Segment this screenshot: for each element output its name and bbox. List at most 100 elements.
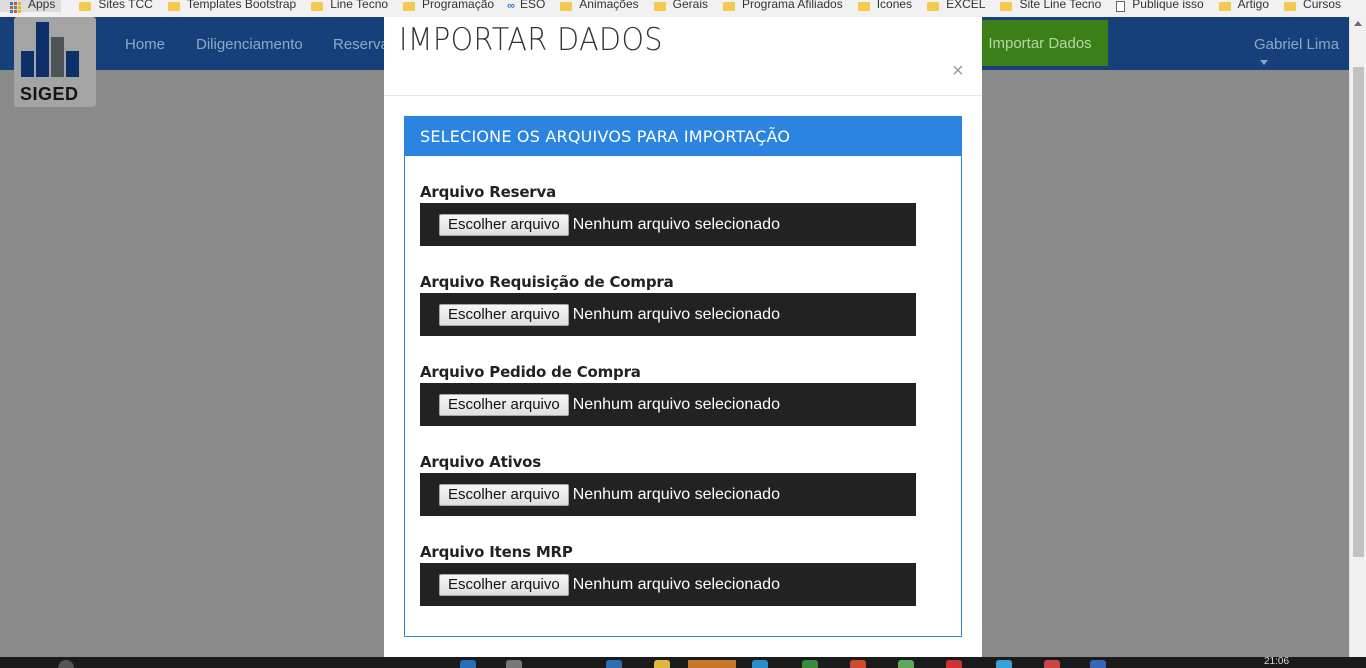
- logo-text: SIGED: [20, 84, 79, 104]
- taskbar-app-icon[interactable]: [606, 660, 622, 668]
- folder-icon: [311, 2, 324, 11]
- bookmark-apps[interactable]: Apps: [0, 0, 62, 14]
- bookmark-publique-isso[interactable]: Publique isso: [1101, 0, 1204, 12]
- logo-bar: [66, 51, 79, 77]
- taskbar-app-icon[interactable]: [506, 660, 522, 668]
- folder-icon: [927, 2, 940, 11]
- nav-home[interactable]: Home: [125, 36, 165, 53]
- bookmark-excel[interactable]: EXCEL: [912, 0, 985, 12]
- taskbar-app-icon[interactable]: [996, 660, 1012, 668]
- logo-bar: [21, 51, 34, 77]
- bookmark-line-tecno[interactable]: Line Tecno: [296, 0, 388, 12]
- os-taskbar: 21:06: [0, 657, 1366, 668]
- panel-title: SELECIONE OS ARQUIVOS PARA IMPORTAÇÃO: [405, 117, 961, 156]
- bookmark-site-line-tecno[interactable]: Site Line Tecno: [985, 0, 1101, 12]
- scrollbar-thumb[interactable]: [1353, 67, 1364, 557]
- bookmark-eso[interactable]: ∞ ESO: [494, 0, 545, 12]
- file-input[interactable]: Escolher arquivo Nenhum arquivo selecion…: [420, 203, 916, 246]
- file-input[interactable]: Escolher arquivo Nenhum arquivo selecion…: [420, 473, 916, 516]
- user-menu[interactable]: Gabriel Lima: [1254, 36, 1349, 70]
- bookmark-animacoes[interactable]: Animações: [545, 0, 639, 12]
- field-arquivo-reserva: Arquivo Reserva Escolher arquivo Nenhum …: [420, 181, 916, 246]
- folder-icon: [1218, 2, 1231, 11]
- bookmark-label: Cursos: [1303, 0, 1342, 11]
- choose-file-button[interactable]: Escolher arquivo: [439, 303, 569, 326]
- choose-file-button[interactable]: Escolher arquivo: [439, 393, 569, 416]
- siged-logo[interactable]: SIGED: [14, 17, 96, 107]
- taskbar-app-icon[interactable]: [802, 660, 818, 668]
- bookmark-cursos[interactable]: Cursos: [1269, 0, 1341, 12]
- bookmark-artigo[interactable]: Artigo: [1204, 0, 1269, 12]
- bookmark-label: Gerais: [672, 0, 708, 11]
- modal-title: IMPORTAR DADOS: [399, 22, 663, 58]
- scroll-up-arrow-icon[interactable]: [1354, 21, 1362, 26]
- taskbar-app-icon[interactable]: [752, 660, 768, 668]
- import-panel: SELECIONE OS ARQUIVOS PARA IMPORTAÇÃO Ar…: [404, 116, 962, 637]
- start-icon[interactable]: [58, 660, 74, 668]
- bookmark-label: Templates Bootstrap: [186, 0, 297, 11]
- bookmark-programacao[interactable]: Programação: [388, 0, 494, 12]
- apps-grid-icon: [10, 1, 22, 14]
- field-label: Arquivo Requisição de Compra: [420, 273, 674, 291]
- folder-icon: [560, 2, 573, 11]
- logo-bar: [51, 37, 64, 77]
- folder-icon: [79, 2, 92, 11]
- field-label: Arquivo Itens MRP: [420, 543, 573, 561]
- bookmark-label: Line Tecno: [330, 0, 389, 11]
- bookmark-label: ESO: [519, 0, 546, 11]
- file-input[interactable]: Escolher arquivo Nenhum arquivo selecion…: [420, 383, 916, 426]
- folder-icon: [403, 2, 416, 11]
- bookmark-label: Artigo: [1237, 0, 1270, 11]
- bookmark-gerais[interactable]: Gerais: [639, 0, 708, 12]
- taskbar-app-icon[interactable]: [1044, 660, 1060, 668]
- choose-file-button[interactable]: Escolher arquivo: [439, 573, 569, 596]
- page-scrollbar[interactable]: [1349, 17, 1366, 657]
- file-status: Nenhum arquivo selecionado: [572, 395, 780, 413]
- close-icon[interactable]: ×: [952, 61, 964, 81]
- bookmark-label: Publique isso: [1132, 0, 1204, 11]
- file-input[interactable]: Escolher arquivo Nenhum arquivo selecion…: [420, 293, 916, 336]
- modal-divider: [384, 95, 982, 96]
- bookmark-label: Animações: [579, 0, 639, 11]
- folder-icon: [723, 2, 735, 11]
- folder-icon: [653, 2, 666, 11]
- folder-icon: [167, 2, 180, 11]
- nav-importar-dados[interactable]: Importar Dados: [972, 20, 1108, 66]
- taskbar-app-icon[interactable]: [1090, 660, 1106, 668]
- file-status: Nenhum arquivo selecionado: [572, 575, 780, 593]
- field-label: Arquivo Pedido de Compra: [420, 363, 641, 381]
- field-label: Arquivo Ativos: [420, 453, 542, 471]
- bookmark-templates-bootstrap[interactable]: Templates Bootstrap: [153, 0, 296, 12]
- import-modal: IMPORTAR DADOS × SELECIONE OS ARQUIVOS P…: [384, 17, 982, 657]
- taskbar-app-icon[interactable]: [898, 660, 914, 668]
- taskbar-app-icon[interactable]: [850, 660, 866, 668]
- bookmark-label: Site Line Tecno: [1019, 0, 1102, 11]
- file-status: Nenhum arquivo selecionado: [572, 305, 780, 323]
- bookmark-programa-afiliados[interactable]: Programa Afiliados: [708, 0, 843, 12]
- field-label: Arquivo Reserva: [420, 183, 556, 201]
- chevron-down-icon: [1260, 59, 1268, 65]
- taskbar-app-icon[interactable]: [688, 660, 736, 668]
- choose-file-button[interactable]: Escolher arquivo: [439, 213, 569, 236]
- nav-diligenciamento[interactable]: Diligenciamento: [196, 36, 303, 53]
- taskbar-app-icon[interactable]: [654, 660, 670, 668]
- folder-icon: [857, 2, 870, 11]
- taskbar-app-icon[interactable]: [946, 660, 962, 668]
- field-arquivo-ativos: Arquivo Ativos Escolher arquivo Nenhum a…: [420, 451, 916, 516]
- field-arquivo-pedido: Arquivo Pedido de Compra Escolher arquiv…: [420, 361, 916, 426]
- taskbar-clock: 21:06: [1264, 656, 1290, 667]
- eso-icon: ∞: [507, 0, 515, 12]
- choose-file-button[interactable]: Escolher arquivo: [439, 483, 569, 506]
- page-icon: [1116, 1, 1126, 12]
- bookmark-sites-tcc[interactable]: Sites TCC: [61, 0, 153, 12]
- bookmark-label: Programa Afiliados: [742, 0, 843, 11]
- bookmark-label: Apps: [28, 0, 56, 11]
- file-status: Nenhum arquivo selecionado: [572, 485, 780, 503]
- bookmark-label: EXCEL: [946, 0, 986, 11]
- file-input[interactable]: Escolher arquivo Nenhum arquivo selecion…: [420, 563, 916, 606]
- bookmarks-bar: Apps Sites TCC Templates Bootstrap Line …: [0, 0, 1366, 17]
- taskbar-app-icon[interactable]: [460, 660, 476, 668]
- user-name: Gabriel Lima: [1254, 36, 1340, 53]
- nav-reserva[interactable]: Reserva: [333, 36, 389, 53]
- bookmark-icones[interactable]: Icones: [843, 0, 912, 12]
